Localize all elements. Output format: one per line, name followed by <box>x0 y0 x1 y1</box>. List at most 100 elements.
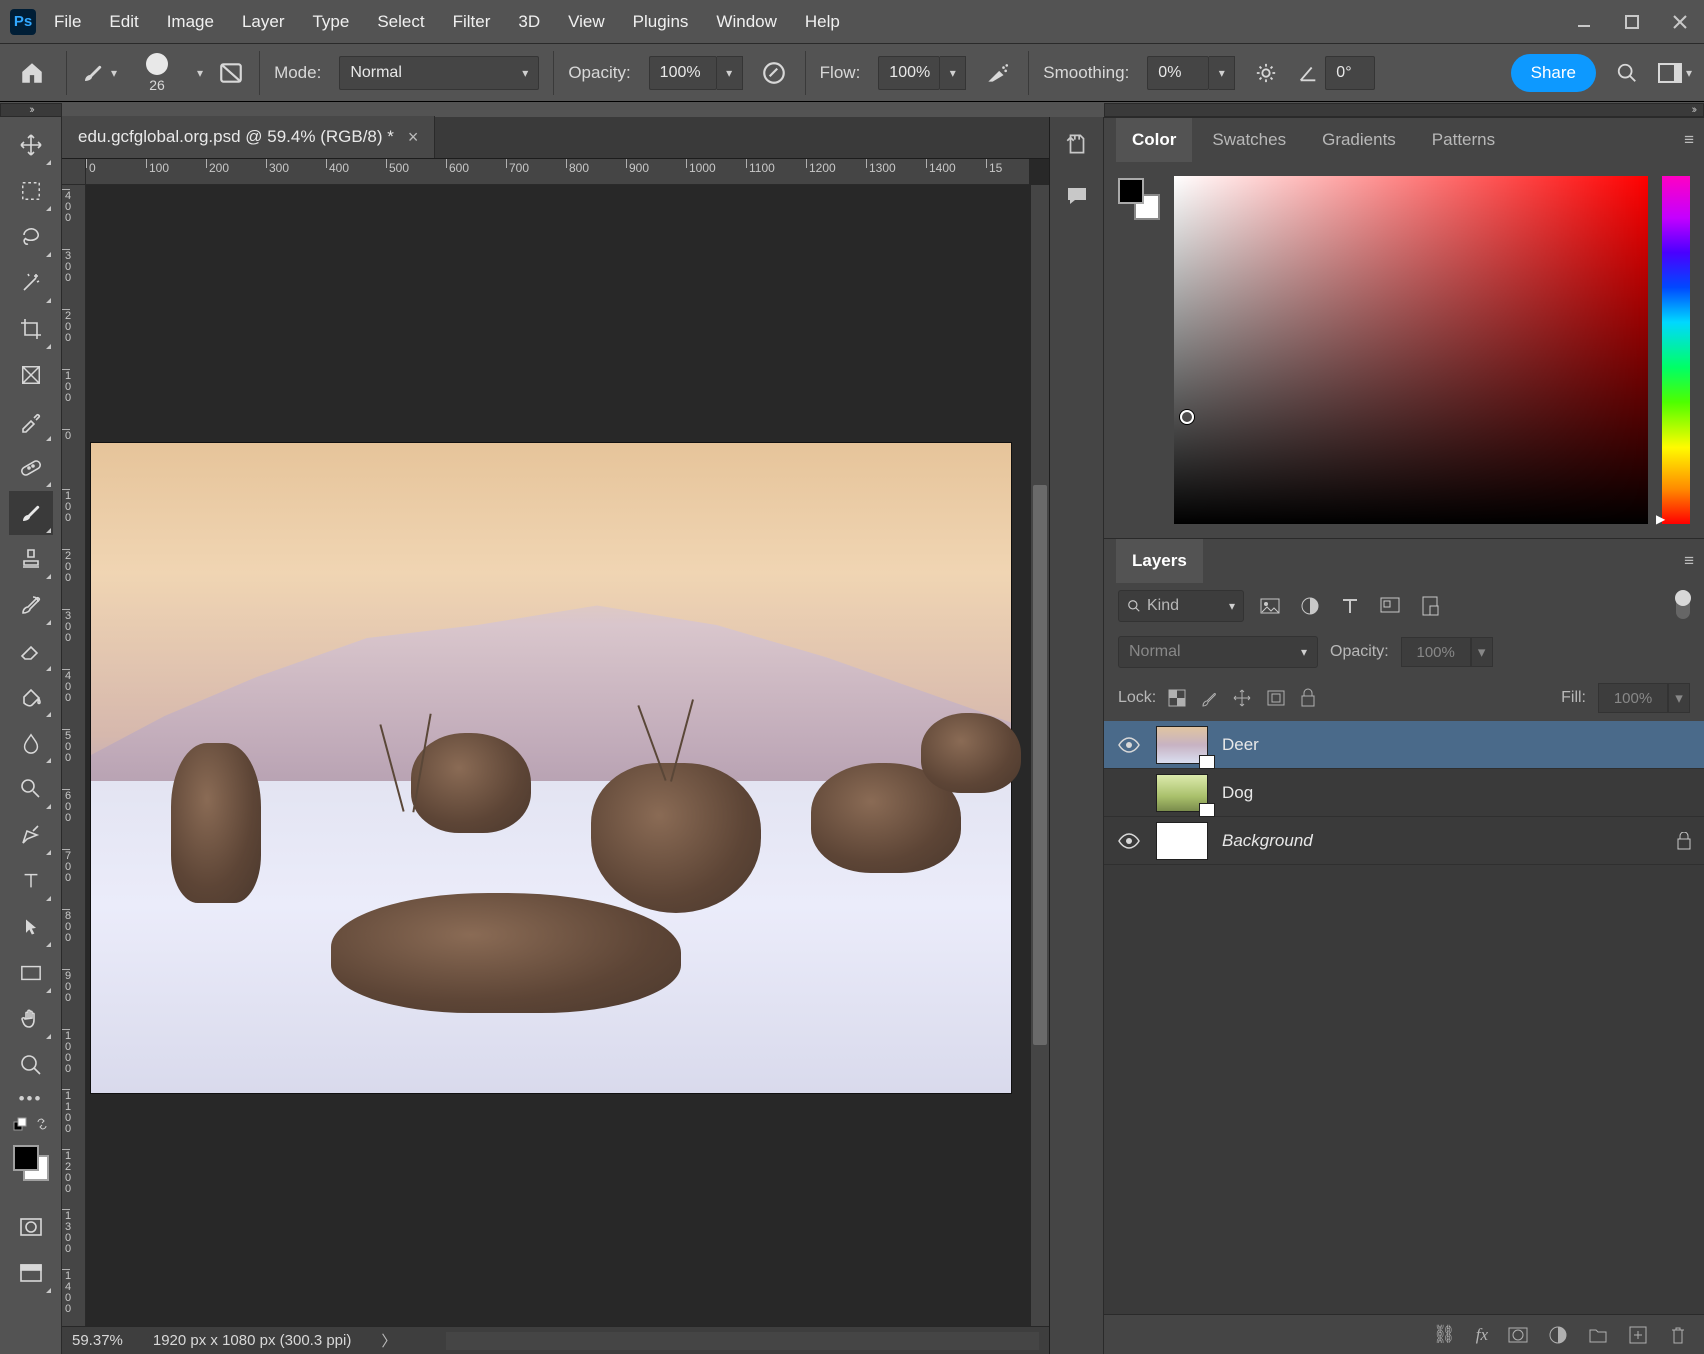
filter-smart-icon[interactable] <box>1416 592 1444 620</box>
link-layers-icon[interactable]: ⛓ <box>1433 1324 1456 1345</box>
lock-artboard-icon[interactable] <box>1266 689 1286 707</box>
menu-layer[interactable]: Layer <box>242 12 285 32</box>
lock-all-icon[interactable] <box>1300 688 1316 708</box>
opacity-input[interactable]: 100% ▾ <box>649 56 743 90</box>
tab-gradients[interactable]: Gradients <box>1306 118 1412 162</box>
chevron-down-icon[interactable]: ▾ <box>1471 637 1493 667</box>
filter-toggle[interactable] <box>1676 593 1690 619</box>
home-button[interactable] <box>12 53 52 93</box>
comments-panel-icon[interactable] <box>1060 179 1094 213</box>
layer-thumbnail[interactable] <box>1156 774 1208 812</box>
layer-filter-kind-dropdown[interactable]: Kind ▾ <box>1118 590 1244 622</box>
menu-view[interactable]: View <box>568 12 605 32</box>
layer-opacity-input[interactable]: 100% <box>1401 637 1471 667</box>
menu-help[interactable]: Help <box>805 12 840 32</box>
layer-visibility-toggle[interactable] <box>1116 833 1142 849</box>
adjustment-layer-icon[interactable] <box>1548 1325 1568 1345</box>
layer-fill-input[interactable]: 100% <box>1598 683 1668 713</box>
tab-layers[interactable]: Layers <box>1116 539 1203 583</box>
tab-swatches[interactable]: Swatches <box>1196 118 1302 162</box>
menu-image[interactable]: Image <box>167 12 214 32</box>
current-tool-indicator[interactable]: ▾ <box>81 61 117 85</box>
window-maximize-button[interactable] <box>1608 0 1656 44</box>
lasso-tool[interactable] <box>9 215 53 259</box>
filter-type-icon[interactable] <box>1336 592 1364 620</box>
layer-item[interactable]: Dog <box>1104 769 1704 817</box>
menu-window[interactable]: Window <box>716 12 776 32</box>
quickmask-button[interactable] <box>9 1205 53 1249</box>
hand-tool[interactable] <box>9 997 53 1041</box>
lock-transparent-icon[interactable] <box>1168 689 1186 707</box>
chevron-down-icon[interactable]: ▾ <box>1668 683 1690 713</box>
panel-menu-button[interactable]: ≡ <box>1684 130 1694 150</box>
brush-tool[interactable] <box>9 491 53 535</box>
new-layer-icon[interactable] <box>1628 1325 1648 1345</box>
hue-slider[interactable] <box>1662 176 1690 524</box>
flow-input[interactable]: 100% ▾ <box>878 56 966 90</box>
shape-tool[interactable] <box>9 951 53 995</box>
layer-item[interactable]: Background <box>1104 817 1704 865</box>
blur-tool[interactable] <box>9 721 53 765</box>
history-brush-tool[interactable] <box>9 583 53 627</box>
layer-blend-dropdown[interactable]: Normal ▾ <box>1118 636 1318 668</box>
window-close-button[interactable] <box>1656 0 1704 44</box>
workspace-switcher[interactable]: ▾ <box>1658 56 1692 90</box>
healing-tool[interactable] <box>9 445 53 489</box>
close-icon[interactable]: × <box>408 127 419 148</box>
foreground-color-swatch[interactable] <box>13 1145 39 1171</box>
share-button[interactable]: Share <box>1511 54 1596 92</box>
color-cursor[interactable] <box>1180 410 1194 424</box>
layer-item[interactable]: Deer <box>1104 721 1704 769</box>
eraser-tool[interactable] <box>9 629 53 673</box>
canvas-viewport[interactable] <box>86 185 1049 1326</box>
layer-mask-icon[interactable] <box>1508 1325 1528 1345</box>
color-field[interactable] <box>1174 176 1648 524</box>
layer-thumbnail[interactable] <box>1156 822 1208 860</box>
menu-3d[interactable]: 3D <box>518 12 540 32</box>
smoothing-input[interactable]: 0% ▾ <box>1147 56 1235 90</box>
move-tool[interactable] <box>9 123 53 167</box>
brush-angle-control[interactable]: 0° <box>1297 56 1375 90</box>
window-minimize-button[interactable] <box>1560 0 1608 44</box>
history-panel-icon[interactable] <box>1060 127 1094 161</box>
color-panel-swatches[interactable] <box>1118 178 1160 220</box>
swap-default-colors[interactable] <box>13 1117 49 1131</box>
edit-toolbar-button[interactable]: ••• <box>9 1089 53 1109</box>
horizontal-scrollbar[interactable] <box>446 1332 1039 1350</box>
menu-file[interactable]: File <box>54 12 81 32</box>
vertical-scrollbar[interactable] <box>1031 185 1049 1326</box>
scrollbar-thumb[interactable] <box>1033 485 1047 1045</box>
layer-fx-icon[interactable]: fx <box>1476 1325 1488 1345</box>
layer-name[interactable]: Background <box>1222 831 1313 851</box>
panel-menu-button[interactable]: ≡ <box>1684 551 1694 571</box>
path-select-tool[interactable] <box>9 905 53 949</box>
fg-bg-color-swatches[interactable] <box>11 1143 51 1183</box>
tab-patterns[interactable]: Patterns <box>1416 118 1511 162</box>
lock-position-icon[interactable] <box>1232 688 1252 708</box>
menu-type[interactable]: Type <box>312 12 349 32</box>
menu-edit[interactable]: Edit <box>109 12 138 32</box>
dodge-tool[interactable] <box>9 767 53 811</box>
brush-settings-button[interactable] <box>217 59 245 87</box>
airbrush-button[interactable] <box>980 56 1014 90</box>
eyedropper-tool[interactable] <box>9 399 53 443</box>
type-tool[interactable] <box>9 859 53 903</box>
stamp-tool[interactable] <box>9 537 53 581</box>
layer-thumbnail[interactable] <box>1156 726 1208 764</box>
status-zoom[interactable]: 59.37% <box>72 1332 123 1349</box>
opacity-pressure-button[interactable] <box>757 56 791 90</box>
toolbox-collapse-handle[interactable]: ›› <box>0 103 62 117</box>
lock-paint-icon[interactable] <box>1200 688 1218 708</box>
brush-preset-picker[interactable]: 26 <box>135 53 179 93</box>
chevron-down-icon[interactable]: ▾ <box>197 66 203 80</box>
crop-tool[interactable] <box>9 307 53 351</box>
quick-select-tool[interactable] <box>9 261 53 305</box>
menu-filter[interactable]: Filter <box>453 12 491 32</box>
frame-tool[interactable] <box>9 353 53 397</box>
marquee-tool[interactable] <box>9 169 53 213</box>
chevron-right-icon[interactable]: 〉 <box>381 1330 396 1351</box>
zoom-tool[interactable] <box>9 1043 53 1087</box>
delete-layer-icon[interactable] <box>1668 1325 1688 1345</box>
filter-adjustment-icon[interactable] <box>1296 592 1324 620</box>
panels-collapse-handle[interactable]: ›› <box>1104 103 1704 117</box>
